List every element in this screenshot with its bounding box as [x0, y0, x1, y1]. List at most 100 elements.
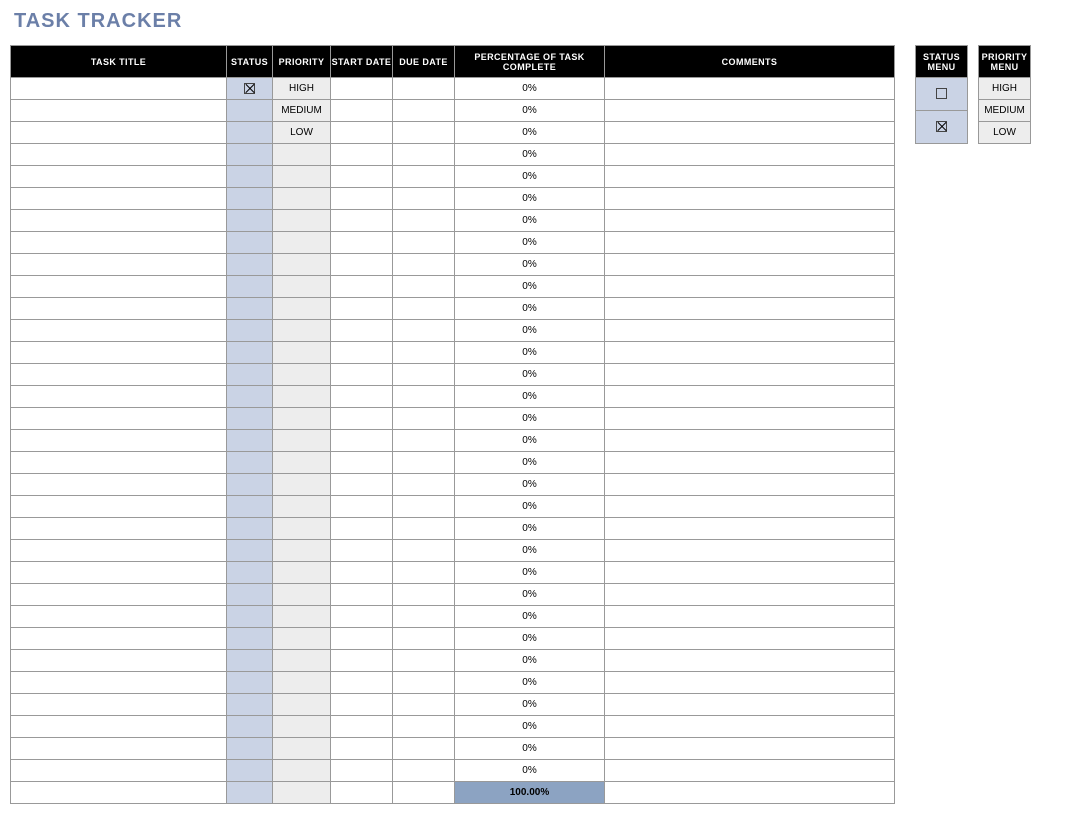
task-title-cell[interactable] [11, 78, 227, 100]
priority-cell[interactable] [273, 408, 331, 430]
due-date-cell[interactable] [393, 320, 455, 342]
due-date-cell[interactable] [393, 474, 455, 496]
priority-cell[interactable] [273, 694, 331, 716]
start-date-cell[interactable] [331, 232, 393, 254]
start-date-cell[interactable] [331, 606, 393, 628]
start-date-cell[interactable] [331, 628, 393, 650]
total-priority-cell[interactable] [273, 782, 331, 804]
priority-cell[interactable] [273, 364, 331, 386]
priority-cell[interactable]: LOW [273, 122, 331, 144]
due-date-cell[interactable] [393, 122, 455, 144]
priority-cell[interactable] [273, 606, 331, 628]
priority-cell[interactable]: MEDIUM [273, 100, 331, 122]
priority-cell[interactable] [273, 210, 331, 232]
status-cell[interactable] [227, 166, 273, 188]
due-date-cell[interactable] [393, 430, 455, 452]
task-title-cell[interactable] [11, 760, 227, 782]
start-date-cell[interactable] [331, 518, 393, 540]
start-date-cell[interactable] [331, 496, 393, 518]
due-date-cell[interactable] [393, 210, 455, 232]
priority-cell[interactable] [273, 232, 331, 254]
total-status-cell[interactable] [227, 782, 273, 804]
due-date-cell[interactable] [393, 232, 455, 254]
pct-complete-cell[interactable]: 0% [455, 694, 605, 716]
task-title-cell[interactable] [11, 628, 227, 650]
comments-cell[interactable] [605, 100, 895, 122]
task-title-cell[interactable] [11, 452, 227, 474]
due-date-cell[interactable] [393, 364, 455, 386]
comments-cell[interactable] [605, 452, 895, 474]
comments-cell[interactable] [605, 144, 895, 166]
priority-cell[interactable] [273, 298, 331, 320]
comments-cell[interactable] [605, 760, 895, 782]
priority-cell[interactable] [273, 276, 331, 298]
status-cell[interactable] [227, 540, 273, 562]
task-title-cell[interactable] [11, 518, 227, 540]
start-date-cell[interactable] [331, 452, 393, 474]
start-date-cell[interactable] [331, 716, 393, 738]
status-cell[interactable] [227, 584, 273, 606]
pct-complete-cell[interactable]: 0% [455, 606, 605, 628]
status-cell[interactable] [227, 716, 273, 738]
status-cell[interactable] [227, 474, 273, 496]
start-date-cell[interactable] [331, 694, 393, 716]
status-cell[interactable] [227, 562, 273, 584]
comments-cell[interactable] [605, 188, 895, 210]
due-date-cell[interactable] [393, 188, 455, 210]
status-cell[interactable] [227, 518, 273, 540]
status-cell[interactable] [227, 78, 273, 100]
task-title-cell[interactable] [11, 694, 227, 716]
pct-complete-cell[interactable]: 0% [455, 210, 605, 232]
comments-cell[interactable] [605, 298, 895, 320]
status-cell[interactable] [227, 628, 273, 650]
task-title-cell[interactable] [11, 430, 227, 452]
due-date-cell[interactable] [393, 540, 455, 562]
priority-cell[interactable] [273, 672, 331, 694]
task-title-cell[interactable] [11, 298, 227, 320]
due-date-cell[interactable] [393, 584, 455, 606]
start-date-cell[interactable] [331, 430, 393, 452]
task-title-cell[interactable] [11, 408, 227, 430]
priority-cell[interactable] [273, 562, 331, 584]
pct-complete-cell[interactable]: 0% [455, 452, 605, 474]
pct-complete-cell[interactable]: 0% [455, 78, 605, 100]
status-cell[interactable] [227, 760, 273, 782]
priority-cell[interactable] [273, 518, 331, 540]
status-cell[interactable] [227, 254, 273, 276]
priority-cell[interactable] [273, 320, 331, 342]
pct-complete-cell[interactable]: 0% [455, 122, 605, 144]
comments-cell[interactable] [605, 562, 895, 584]
task-title-cell[interactable] [11, 716, 227, 738]
priority-cell[interactable] [273, 716, 331, 738]
comments-cell[interactable] [605, 78, 895, 100]
pct-complete-cell[interactable]: 0% [455, 232, 605, 254]
status-cell[interactable] [227, 430, 273, 452]
status-cell[interactable] [227, 452, 273, 474]
start-date-cell[interactable] [331, 254, 393, 276]
pct-complete-cell[interactable]: 0% [455, 188, 605, 210]
start-date-cell[interactable] [331, 188, 393, 210]
pct-complete-cell[interactable]: 0% [455, 474, 605, 496]
due-date-cell[interactable] [393, 650, 455, 672]
pct-complete-cell[interactable]: 0% [455, 562, 605, 584]
start-date-cell[interactable] [331, 386, 393, 408]
priority-cell[interactable] [273, 254, 331, 276]
due-date-cell[interactable] [393, 254, 455, 276]
task-title-cell[interactable] [11, 562, 227, 584]
status-checkbox-icon[interactable] [244, 83, 255, 94]
start-date-cell[interactable] [331, 474, 393, 496]
due-date-cell[interactable] [393, 386, 455, 408]
comments-cell[interactable] [605, 650, 895, 672]
pct-complete-cell[interactable]: 0% [455, 276, 605, 298]
status-cell[interactable] [227, 672, 273, 694]
priority-cell[interactable] [273, 144, 331, 166]
comments-cell[interactable] [605, 320, 895, 342]
comments-cell[interactable] [605, 342, 895, 364]
due-date-cell[interactable] [393, 166, 455, 188]
priority-menu-item[interactable]: MEDIUM [979, 100, 1031, 122]
pct-complete-cell[interactable]: 0% [455, 716, 605, 738]
comments-cell[interactable] [605, 430, 895, 452]
priority-cell[interactable] [273, 430, 331, 452]
comments-cell[interactable] [605, 232, 895, 254]
task-title-cell[interactable] [11, 320, 227, 342]
